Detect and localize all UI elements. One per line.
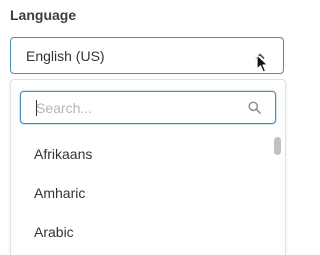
language-option-arabic[interactable]: Arabic [34,224,74,240]
language-select[interactable]: English (US) [10,37,284,74]
text-cursor [36,100,37,116]
scrollbar-thumb[interactable] [274,137,281,155]
language-select-widget: Language English (US) Afrikaans Amharic … [0,0,304,255]
search-icon [248,101,261,114]
selected-language: English (US) [26,48,105,64]
search-field[interactable] [20,91,276,124]
mouse-pointer-icon [256,54,269,73]
search-input[interactable] [21,92,241,123]
language-option-afrikaans[interactable]: Afrikaans [34,146,92,162]
language-dropdown: Afrikaans Amharic Arabic [10,79,286,255]
dropdown-scrollbar[interactable] [273,134,282,255]
language-label: Language [10,7,77,23]
language-option-amharic[interactable]: Amharic [34,185,85,201]
